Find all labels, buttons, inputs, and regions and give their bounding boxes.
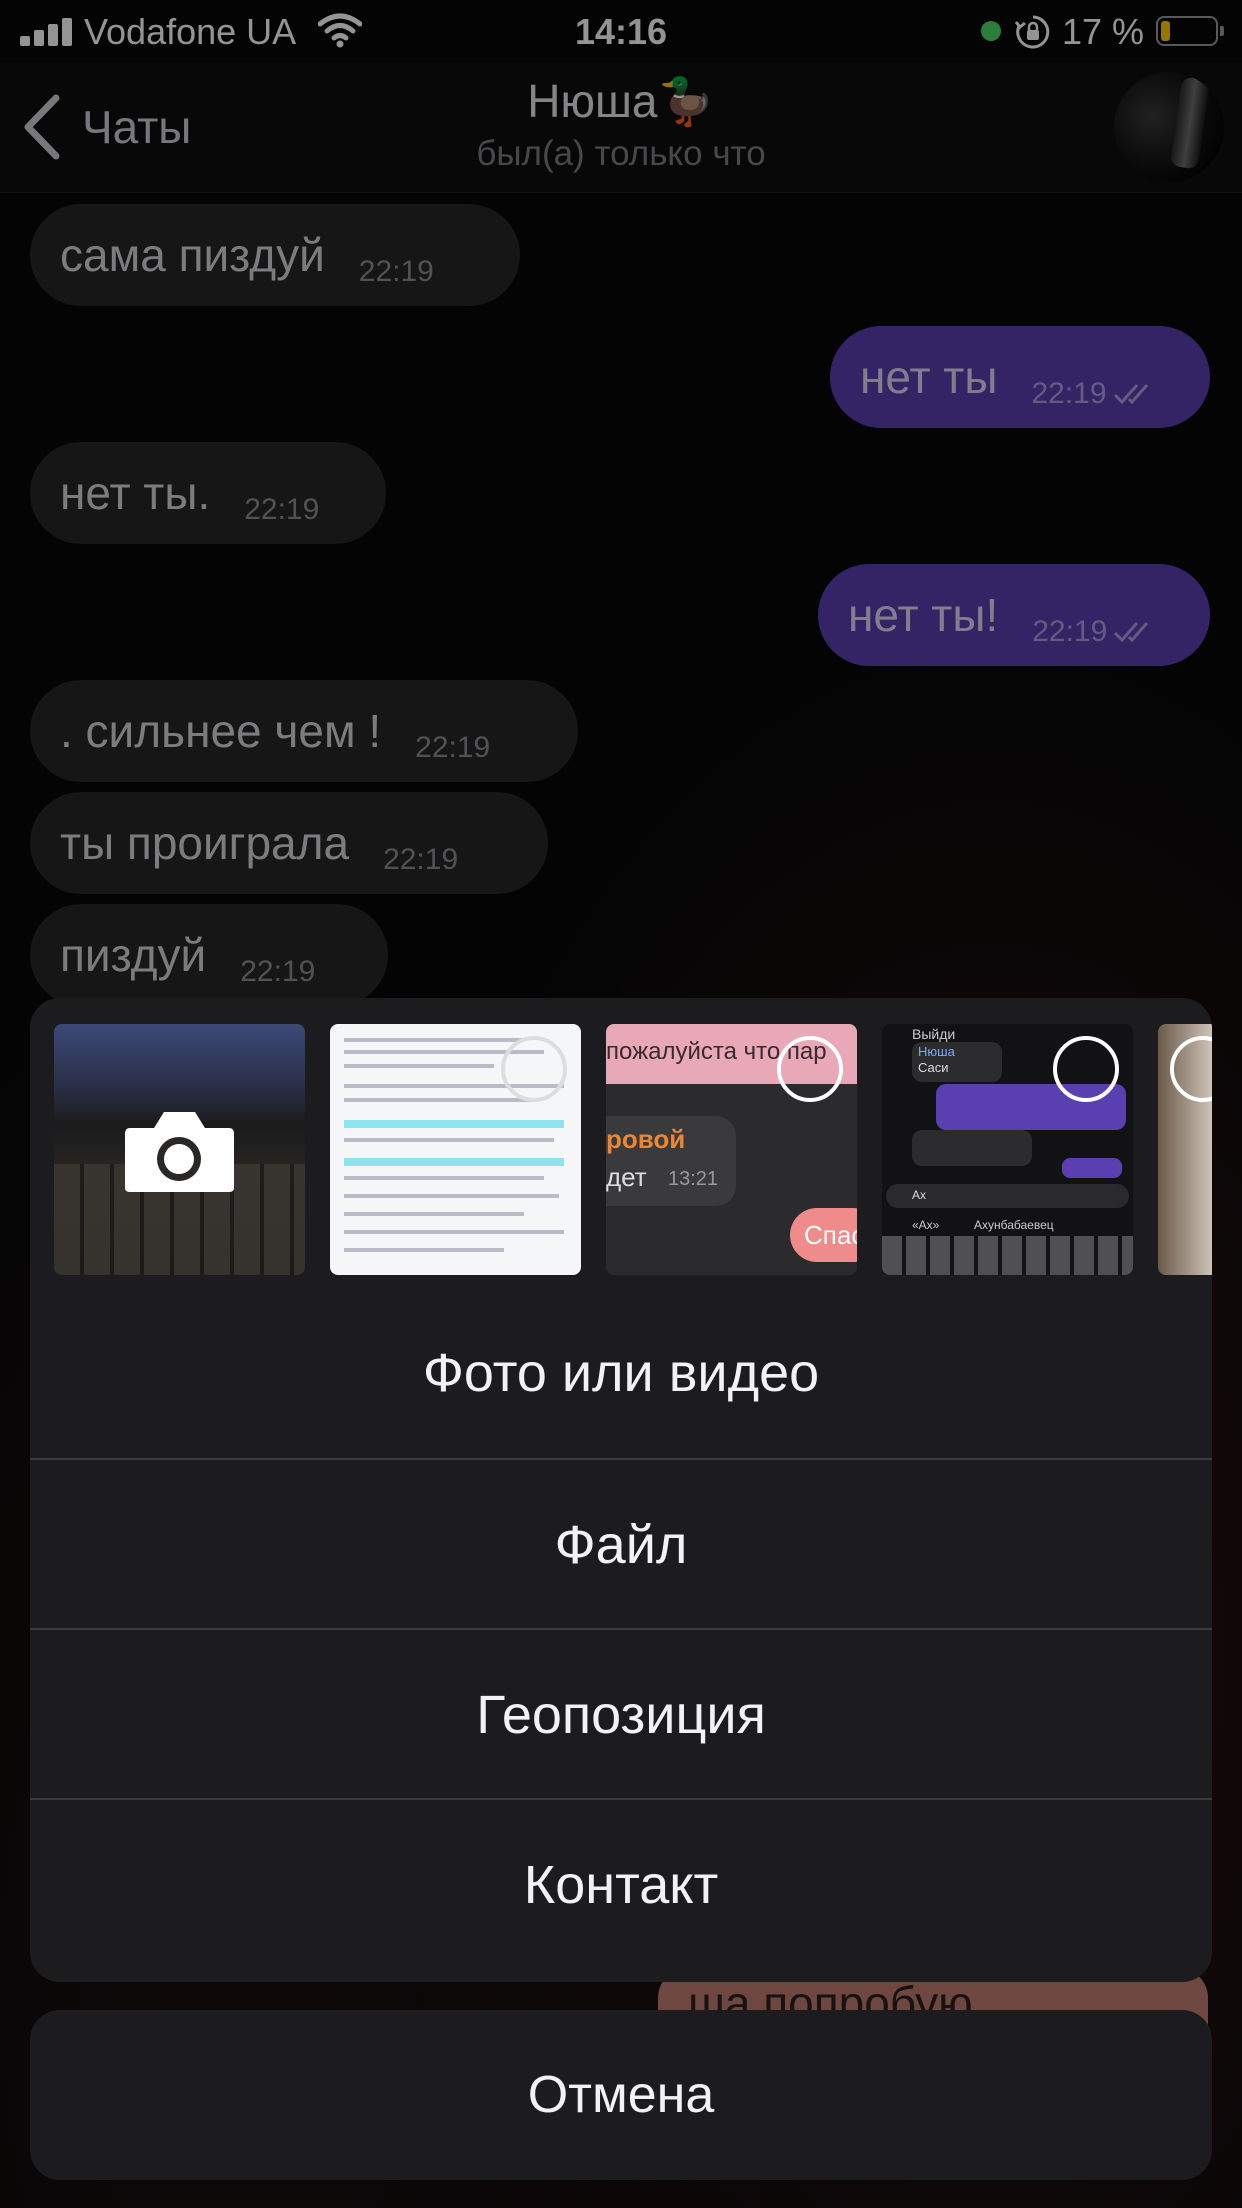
camera-thumbnail[interactable] [54,1024,305,1275]
select-circle[interactable] [501,1036,567,1102]
contact-option[interactable]: Контакт [30,1798,1212,1970]
thumb-time: 13:21 [668,1168,719,1190]
thumb-text: Саси [918,1060,949,1075]
thumb-text: Ах [912,1188,927,1202]
attachment-action-sheet: пожалуйста что пар ровой дет 13:21 Спас … [30,998,1212,1982]
photo-thumbnail-partial[interactable] [1158,1024,1212,1275]
location-option[interactable]: Геопозиция [30,1628,1212,1800]
photo-thumbnail-document[interactable] [330,1024,581,1275]
cancel-button[interactable]: Отмена [30,2010,1212,2180]
thumb-text: Выйди [912,1026,956,1042]
thumb-text: Спас [804,1220,857,1250]
photo-or-video-option[interactable]: Фото или видео [30,1288,1212,1458]
photo-thumbnail-chat[interactable]: пожалуйста что пар ровой дет 13:21 Спас [606,1024,857,1275]
file-option[interactable]: Файл [30,1458,1212,1630]
recent-photos-strip[interactable]: пожалуйста что пар ровой дет 13:21 Спас … [30,998,1212,1288]
select-circle[interactable] [1053,1036,1119,1102]
thumb-text: дет [606,1162,647,1192]
camera-icon [125,1112,234,1192]
photo-thumbnail-chat[interactable]: Выйди Нюша Саси Ах «Ах» Ахунбабаевец [882,1024,1133,1275]
thumb-text: ровой [606,1124,686,1154]
select-circle[interactable] [777,1036,843,1102]
thumb-text: «Ах» [912,1218,940,1232]
thumb-text: Нюша [918,1044,955,1059]
thumb-text: Ахунбабаевец [974,1218,1054,1232]
